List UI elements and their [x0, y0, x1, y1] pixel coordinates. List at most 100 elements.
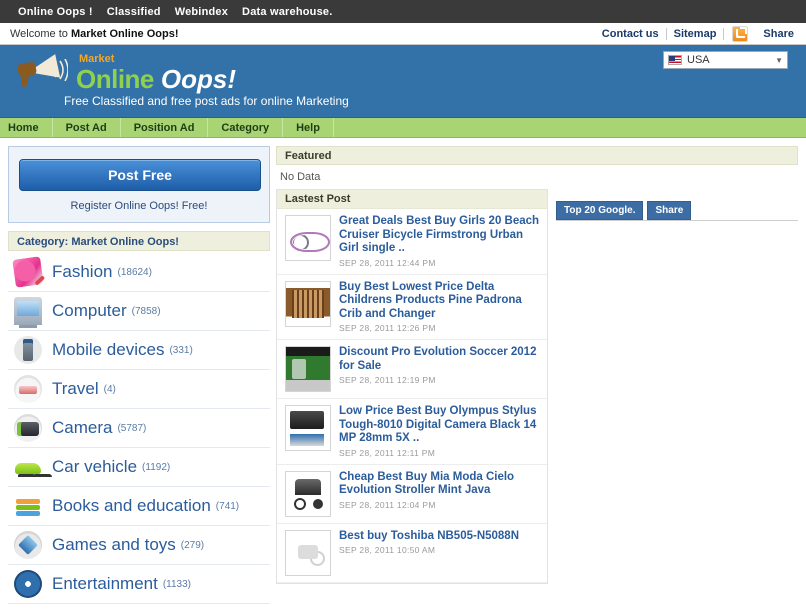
post-date: SEP 28, 2011 12:19 PM [339, 375, 436, 385]
post-date: SEP 28, 2011 12:44 PM [339, 257, 436, 268]
stroller-thumbnail [285, 470, 331, 517]
topbar-link-classified[interactable]: Classified [107, 6, 161, 18]
category-label: Mobile devices [52, 340, 165, 359]
latest-post-panel: Lastest Post Great Deals Best Buy Girls … [276, 189, 548, 584]
sidebar-item-fashion[interactable]: Fashion (18624) [8, 253, 270, 292]
camera-icon [14, 414, 42, 442]
sidebar-item-mobile-devices[interactable]: Mobile devices (331) [8, 331, 270, 370]
megaphone-icon [14, 49, 72, 95]
category-label: Camera [52, 418, 113, 437]
post-title[interactable]: Low Price Best Buy Olympus Stylus Tough-… [339, 405, 541, 446]
sound-waves-icon [54, 59, 68, 81]
mobile-icon [14, 336, 42, 364]
tab-top-20-google[interactable]: Top 20 Google. [556, 201, 644, 220]
post-title[interactable]: Cheap Best Buy Mia Moda Cielo Evolution … [339, 471, 541, 498]
welcome-bar: Welcome to Market Online Oops! Contact u… [0, 23, 806, 45]
page-content: Post Free Register Online Oops! Free! Ca… [0, 138, 806, 604]
topbar-link-online-oops[interactable]: Online Oops ! [18, 6, 93, 18]
register-link[interactable]: Register Online Oops! Free! [19, 200, 259, 212]
category-count: (279) [180, 539, 205, 551]
category-label: Books and education [52, 496, 211, 515]
page-root: Online Oops ! Classified Webindex Data w… [0, 0, 806, 614]
post-date: SEP 28, 2011 12:26 PM [339, 323, 436, 333]
topbar-link-data-warehouse[interactable]: Data warehouse. [242, 6, 332, 18]
category-label: Entertainment [52, 574, 158, 593]
soccer-game-thumbnail [285, 346, 331, 392]
topbar-link-webindex[interactable]: Webindex [175, 6, 228, 18]
main-navigation: Home Post Ad Position Ad Category Help [0, 118, 806, 138]
games-icon [14, 531, 42, 559]
bicycle-thumbnail [285, 215, 331, 261]
site-tagline: Free Classified and free post ads for on… [64, 94, 349, 108]
country-selector-value: USA [687, 54, 710, 66]
category-label: Computer [52, 301, 127, 320]
category-label: Fashion [52, 262, 113, 281]
sidebar-item-games-and-toys[interactable]: Games and toys (279) [8, 526, 270, 565]
crib-thumbnail [285, 280, 331, 327]
books-icon [14, 492, 42, 520]
sitemap-link[interactable]: Sitemap [667, 27, 725, 40]
rss-icon[interactable] [732, 25, 749, 42]
post-free-panel: Post Free Register Online Oops! Free! [8, 146, 270, 223]
post-title[interactable]: Buy Best Lowest Price Delta Childrens Pr… [339, 281, 541, 322]
sidebar-item-computer[interactable]: Computer (7858) [8, 292, 270, 331]
sidebar-item-car-vehicle[interactable]: Car vehicle (1192) [8, 448, 270, 487]
contact-us-link[interactable]: Contact us [595, 27, 667, 40]
top-navigation-bar: Online Oops ! Classified Webindex Data w… [0, 0, 806, 23]
category-count: (331) [169, 344, 193, 356]
brand-text: Market Online Oops! [76, 49, 237, 94]
entertainment-icon [14, 570, 42, 598]
list-item[interactable]: Cheap Best Buy Mia Moda Cielo Evolution … [277, 465, 547, 524]
post-free-button[interactable]: Post Free [19, 159, 261, 191]
list-item[interactable]: Great Deals Best Buy Girls 20 Beach Crui… [277, 209, 547, 275]
category-count: (1133) [162, 578, 192, 590]
category-label: Car vehicle [52, 457, 138, 476]
list-item[interactable]: Best buy Toshiba NB505-N5088N SEP 28, 20… [277, 524, 547, 583]
featured-header: Featured [276, 146, 798, 165]
post-date: SEP 28, 2011 10:50 AM [339, 545, 436, 555]
nav-item-post-ad[interactable]: Post Ad [53, 118, 121, 137]
tab-share[interactable]: Share [647, 201, 692, 220]
computer-icon [14, 297, 42, 325]
country-selector[interactable]: USA ▼ [663, 51, 788, 69]
post-title[interactable]: Best buy Toshiba NB505-N5088N [339, 530, 541, 544]
brand-online: Online [76, 64, 154, 94]
nav-item-home[interactable]: Home [0, 118, 53, 137]
post-title[interactable]: Great Deals Best Buy Girls 20 Beach Crui… [339, 215, 541, 256]
list-item[interactable]: Buy Best Lowest Price Delta Childrens Pr… [277, 275, 547, 340]
fashion-icon [12, 256, 44, 288]
nav-item-position-ad[interactable]: Position Ad [121, 118, 209, 137]
category-section-header: Category: Market Online Oops! [8, 231, 270, 251]
car-icon [14, 453, 42, 481]
post-date: SEP 28, 2011 12:04 PM [339, 499, 436, 510]
sidebar-item-travel[interactable]: Travel (4) [8, 370, 270, 409]
sidebar: Post Free Register Online Oops! Free! Ca… [8, 146, 270, 604]
welcome-text: Welcome to Market Online Oops! [10, 28, 179, 40]
welcome-prefix: Welcome to [10, 27, 71, 40]
category-count: (4) [103, 383, 116, 395]
post-title[interactable]: Discount Pro Evolution Soccer 2012 for S… [339, 346, 541, 373]
site-header: Market Online Oops! Free Classified and f… [0, 45, 806, 118]
nav-item-category[interactable]: Category [208, 118, 284, 137]
brand-oops: Oops! [160, 64, 237, 94]
site-logo[interactable]: Market Online Oops! [14, 49, 236, 95]
post-date: SEP 28, 2011 12:11 PM [339, 447, 436, 458]
side-widget-column: Top 20 Google. Share [556, 189, 798, 584]
list-item[interactable]: Discount Pro Evolution Soccer 2012 for S… [277, 340, 547, 399]
category-label: Games and toys [52, 535, 176, 554]
sidebar-item-books-and-education[interactable]: Books and education (741) [8, 487, 270, 526]
category-count: (7858) [131, 305, 161, 317]
sidebar-item-camera[interactable]: Camera (5787) [8, 409, 270, 448]
chevron-down-icon: ▼ [775, 55, 783, 65]
main-columns: Lastest Post Great Deals Best Buy Girls … [276, 189, 798, 584]
list-item[interactable]: Low Price Best Buy Olympus Stylus Tough-… [277, 399, 547, 465]
sidebar-item-entertainment[interactable]: Entertainment (1133) [8, 565, 270, 604]
placeholder-thumbnail [285, 529, 331, 576]
featured-empty-message: No Data [280, 171, 321, 183]
side-widget-tabs: Top 20 Google. Share [556, 201, 798, 221]
latest-post-header: Lastest Post [277, 190, 547, 209]
share-link[interactable]: Share [756, 28, 798, 40]
main-content: Featured No Data Lastest Post Great Deal… [276, 146, 798, 604]
nav-item-help[interactable]: Help [283, 118, 334, 137]
category-count: (5787) [117, 422, 147, 434]
